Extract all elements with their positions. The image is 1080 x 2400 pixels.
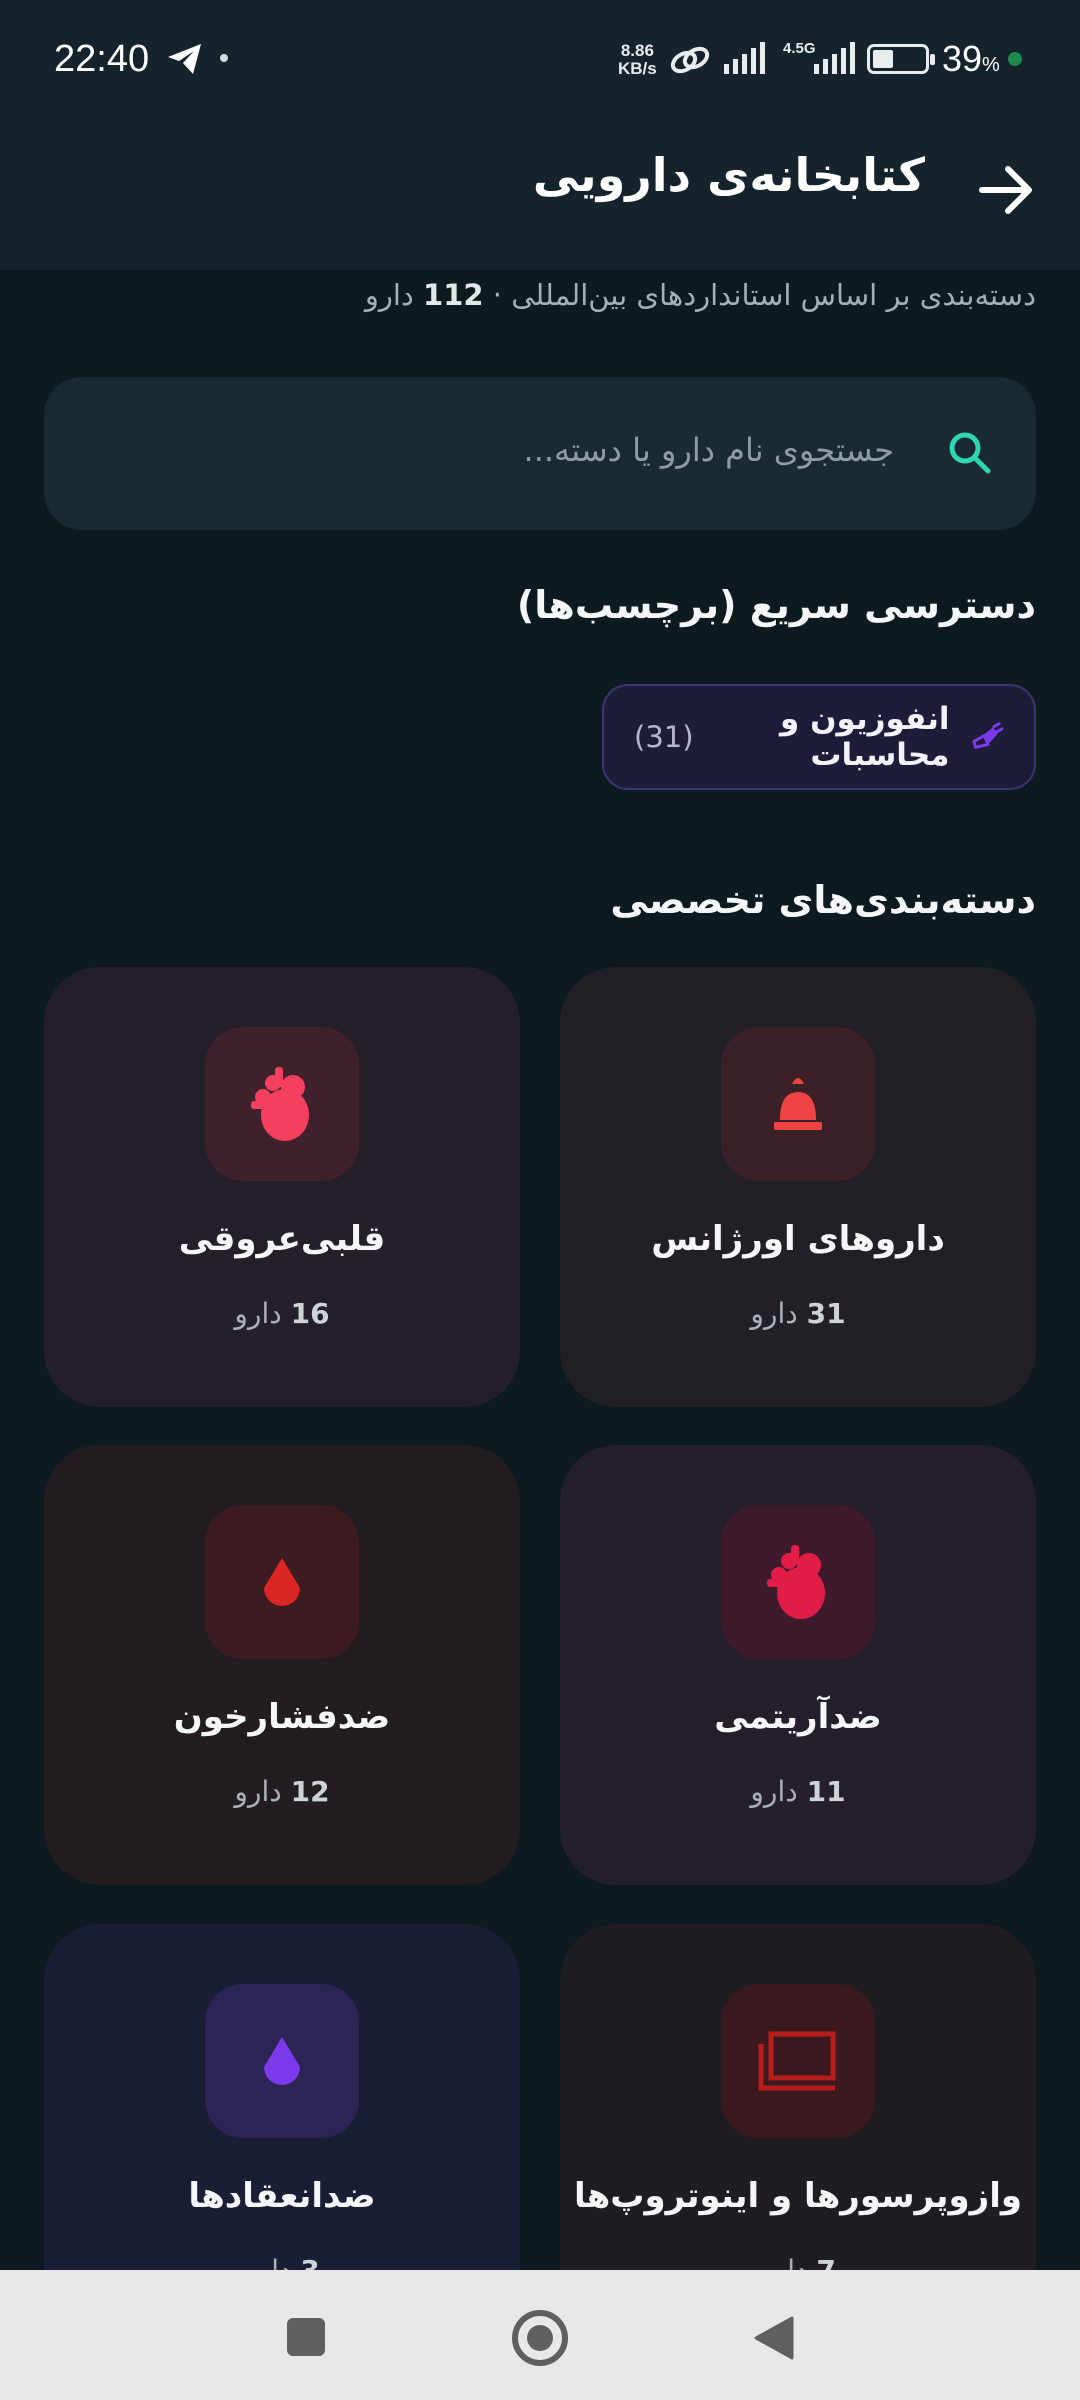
quick-access-title: دسترسی سریع (برچسب‌ها) xyxy=(516,583,1036,627)
page-title: کتابخانه‌ی دارویی xyxy=(532,148,925,202)
card-icon-box xyxy=(721,1984,875,2138)
telegram-send-icon xyxy=(168,44,201,74)
category-card-antihypertensive[interactable]: ضدفشارخون 12 دارو xyxy=(44,1445,520,1885)
quick-access-chip-infusion[interactable]: انفوزیون و محاسبات (31) xyxy=(602,684,1036,790)
app-header: کتابخانه‌ی دارویی xyxy=(0,120,1080,270)
category-card-cardiovascular[interactable]: قلبی‌عروقی 16 دارو xyxy=(44,967,520,1407)
category-card-antiarrhythmic[interactable]: ضدآریتمی 11 دارو xyxy=(560,1445,1036,1885)
status-bar: 22:40 8.86 KB/s 4.5G 39% xyxy=(0,0,1080,120)
battery-percent: 39% xyxy=(942,38,1000,79)
card-count: 16 دارو xyxy=(234,1297,330,1330)
back-arrow-icon[interactable] xyxy=(970,155,1040,225)
back-triangle-icon[interactable] xyxy=(752,2314,796,2362)
chip-label: انفوزیون و محاسبات xyxy=(780,701,950,773)
card-icon-box xyxy=(205,1984,359,2138)
heart-organ-icon xyxy=(251,1067,309,1141)
home-button[interactable] xyxy=(512,2310,568,2366)
card-label: ضدفشارخون xyxy=(173,1697,391,1737)
battery-fill xyxy=(873,50,893,68)
card-label: وازوپرسورها و اینوتروپ‌ها xyxy=(573,2176,1023,2216)
card-icon-box xyxy=(721,1505,875,1659)
network-speed-value: 8.86 xyxy=(620,41,654,60)
card-icon-box xyxy=(205,1505,359,1659)
card-icon-box xyxy=(205,1027,359,1181)
blood-drop-icon xyxy=(264,1558,300,1606)
privacy-indicator-dot xyxy=(1008,52,1022,66)
card-label: داروهای اورژانس xyxy=(651,1219,945,1259)
status-time: 22:40 xyxy=(54,38,150,80)
category-card-emergency[interactable]: داروهای اورژانس 31 دارو xyxy=(560,967,1036,1407)
total-drug-count: 112 xyxy=(423,278,484,312)
card-count: 12 دارو xyxy=(234,1775,330,1808)
library-subtitle: دسته‌بندی بر اساس استانداردهای بین‌الملل… xyxy=(364,278,1036,312)
battery-icon xyxy=(867,44,935,74)
heart-organ-icon xyxy=(767,1545,825,1619)
search-placeholder: جستجوی نام دارو یا دسته... xyxy=(523,431,894,469)
categories-title: دسته‌بندی‌های تخصصی xyxy=(610,878,1036,922)
monitor-icon xyxy=(758,2031,836,2091)
network-speed-unit: KB/s xyxy=(618,59,657,78)
card-label: ضدآریتمی xyxy=(714,1697,882,1737)
hotspot-link-icon xyxy=(670,46,710,74)
syringe-icon xyxy=(972,722,1004,749)
search-icon xyxy=(949,432,991,474)
search-input[interactable]: جستجوی نام دارو یا دسته... xyxy=(44,377,1036,530)
card-count: 11 دارو xyxy=(750,1775,846,1808)
signal-strength-icon xyxy=(724,42,765,74)
card-label: ضدانعقادها xyxy=(188,2176,376,2216)
blood-drop-icon xyxy=(264,2037,300,2085)
card-icon-box xyxy=(721,1027,875,1181)
chip-count: (31) xyxy=(634,720,694,754)
system-nav-bar xyxy=(0,2270,1080,2400)
card-count: 31 دارو xyxy=(750,1297,846,1330)
notification-dot-icon xyxy=(220,54,228,62)
recents-button[interactable] xyxy=(287,2318,325,2356)
signal-strength-icon xyxy=(814,42,855,74)
card-label: قلبی‌عروقی xyxy=(178,1219,386,1259)
alarm-bell-icon xyxy=(774,1078,822,1130)
network-speed: 8.86 KB/s xyxy=(618,42,657,78)
